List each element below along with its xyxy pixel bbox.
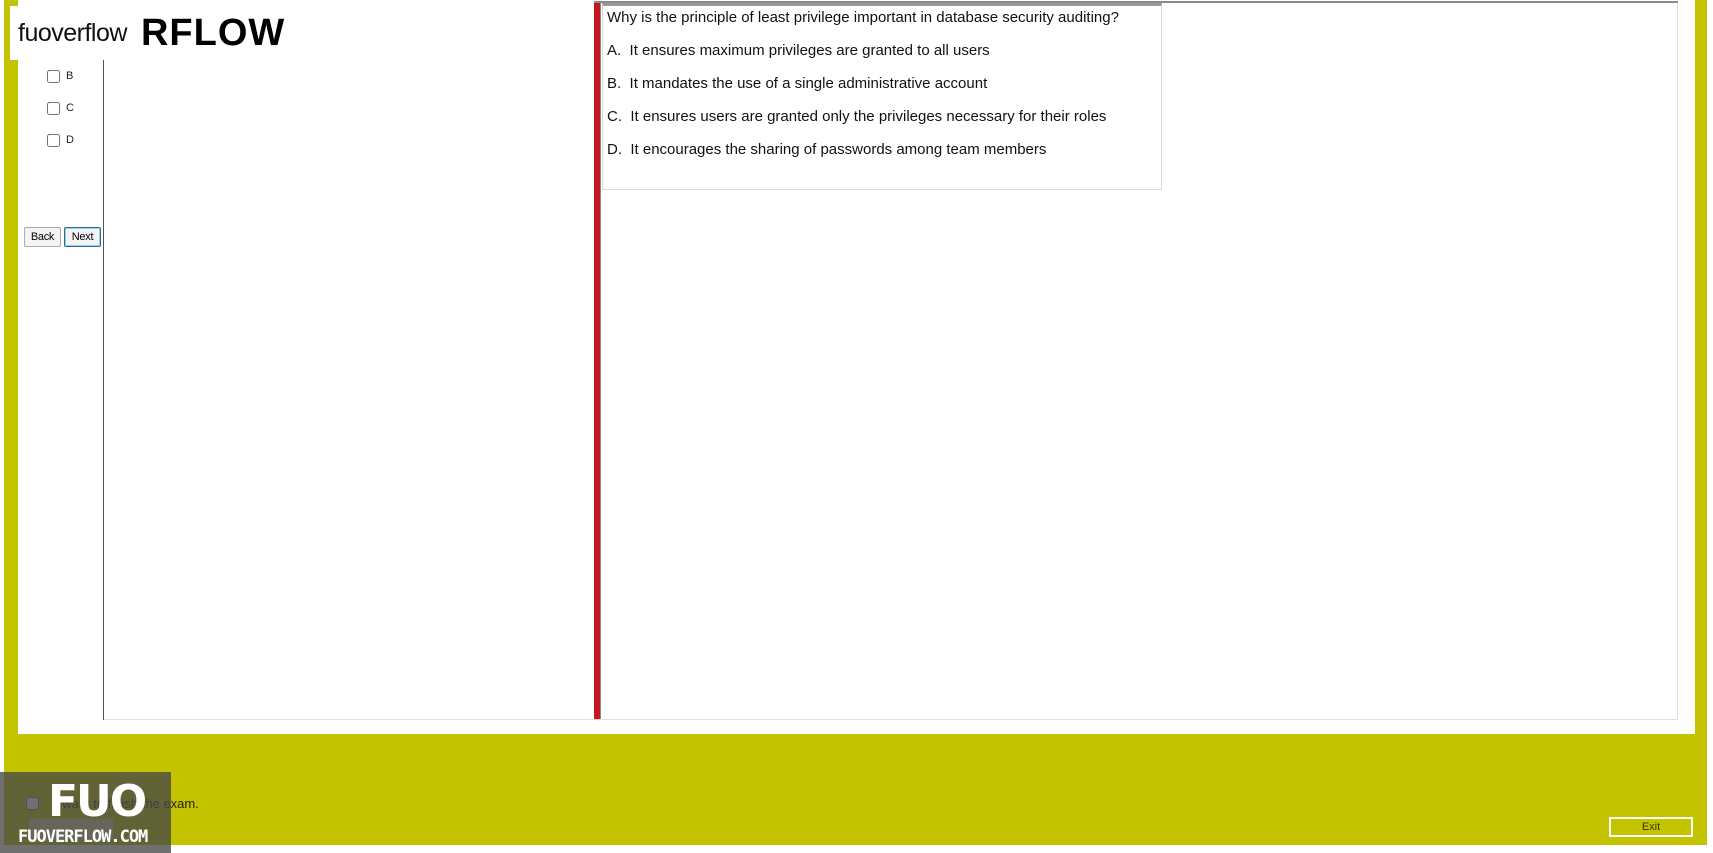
answer-d: D. It encourages the sharing of password…	[607, 141, 1046, 158]
next-button[interactable]: Next	[64, 227, 101, 247]
answer-a-letter: A.	[607, 42, 622, 59]
answer-c-letter: C.	[607, 108, 622, 125]
content-border-right	[1677, 3, 1678, 720]
logo-bold-text: RFLOW	[140, 11, 286, 54]
option-d-checkbox[interactable]	[47, 133, 60, 147]
option-c-label: C	[66, 102, 74, 114]
right-edge	[1707, 0, 1713, 853]
answer-a-text: It ensures maximum privileges are grante…	[629, 42, 990, 59]
answer-b-text: It mandates the use of a single administ…	[629, 75, 988, 92]
answer-option-c[interactable]: C	[47, 100, 74, 116]
splitter-shadow	[600, 3, 601, 720]
question-box: Why is the principle of least privilege …	[602, 3, 1162, 190]
option-c-checkbox[interactable]	[47, 101, 60, 115]
answer-option-d[interactable]: D	[47, 132, 74, 148]
answer-option-b[interactable]: B	[47, 68, 73, 84]
answer-c: C. It ensures users are granted only the…	[607, 108, 1106, 125]
answer-a: A. It ensures maximum privileges are gra…	[607, 42, 990, 59]
answer-b-letter: B.	[607, 75, 622, 92]
exit-button[interactable]: Exit	[1609, 817, 1693, 837]
answer-b: B. It mandates the use of a single admin…	[607, 75, 987, 92]
bottom-edge	[0, 845, 1713, 853]
answer-d-letter: D.	[607, 141, 622, 158]
logo-light-text: fuoverflow	[18, 18, 127, 47]
watermark-logo: FUO FUOVERFLOW.COM	[0, 772, 171, 853]
left-edge	[0, 0, 4, 853]
back-button[interactable]: Back	[24, 227, 61, 247]
question-text: Why is the principle of least privilege …	[607, 9, 1119, 26]
answer-d-text: It encourages the sharing of passwords a…	[630, 141, 1047, 158]
content-border-bottom	[104, 719, 1678, 720]
watermark-big-text: FUO	[48, 776, 147, 827]
option-d-label: D	[66, 134, 74, 146]
watermark-small-text: FUOVERFLOW.COM	[18, 827, 148, 847]
option-b-checkbox[interactable]	[47, 69, 60, 83]
option-b-label: B	[66, 70, 74, 82]
left-content-pane	[104, 0, 594, 720]
answer-c-text: It ensures users are granted only the pr…	[630, 108, 1107, 125]
site-logo: fuoverflow RFLOW	[10, 6, 288, 60]
